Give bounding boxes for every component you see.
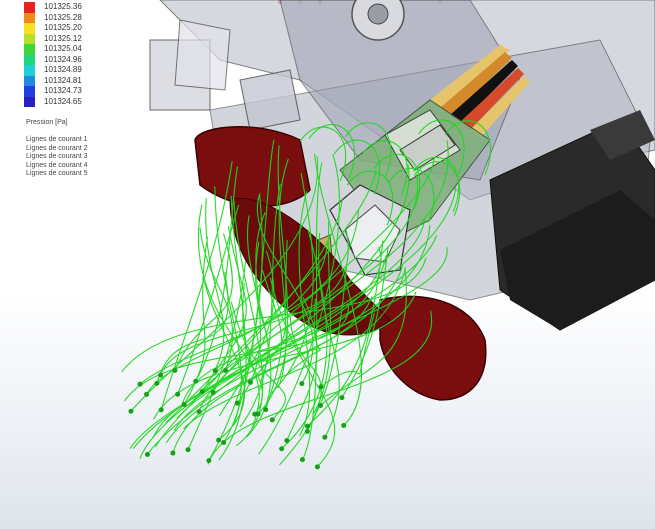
streamline-marker [185,447,191,453]
streamline-label: Lignes de courant 2 [26,144,88,152]
streamline-marker [154,380,160,386]
streamline-marker [318,402,324,408]
streamline-label: Lignes de courant 5 [26,170,88,177]
streamline-marker [216,437,222,443]
legend-row: 101324.96 [24,54,174,65]
streamlines-list: Lignes de courant 1 Lignes de courant 2 … [26,136,88,179]
legend-row: 101325.36 [24,2,174,13]
streamline-marker [299,381,305,387]
legend-value: 101325.36 [44,2,82,11]
legend-swatch [24,86,35,97]
streamline-marker [212,368,218,374]
legend-swatch [24,65,35,76]
legend-swatch [24,75,35,86]
streamline-marker [206,458,212,464]
legend-value: 101325.12 [44,33,82,43]
streamline-marker [181,402,187,408]
legend-value: 101324.89 [44,65,82,74]
legend-value: 101324.81 [44,75,82,85]
pressure-legend: 101325.36 101325.28 101325.20 101325.12 1013… [24,2,174,177]
legend-row: 101324.65 [24,96,174,107]
streamline-marker [255,411,261,417]
streamline-marker [137,381,143,387]
streamline-marker [222,367,228,373]
streamline-marker [193,378,199,384]
legend-value: 101324.96 [44,54,82,64]
streamline-marker [144,452,150,458]
legend-value: 101325.04 [44,44,82,53]
legend-swatch [24,12,35,23]
streamline-label: Lignes de courant 4 [26,161,88,169]
legend-swatch [24,44,35,55]
legend-row: 101325.20 [24,23,174,34]
legend-row: 101324.81 [24,75,174,86]
streamline-marker [269,417,275,423]
streamline-marker [339,395,345,401]
legend-swatch [24,2,35,13]
legend-swatch [24,23,35,34]
legend-row: 101324.73 [24,86,174,97]
streamline [201,198,225,392]
streamline-label: Lignes de courant 1 [26,136,88,143]
legend-row: 101325.12 [24,33,174,44]
streamline-marker [314,464,320,470]
streamline-marker [158,407,164,413]
streamline-marker [304,423,310,429]
streamline-label: Lignes de courant 3 [26,153,88,160]
streamline-marker [318,384,324,390]
legend-row: 101325.04 [24,44,174,55]
streamline-marker [299,457,305,463]
streamline-marker [144,391,150,397]
legend-swatch [24,33,35,44]
streamline-marker [284,438,290,444]
streamline-marker [158,372,164,378]
streamline-marker [210,389,216,395]
streamline-marker [128,408,134,414]
streamline-marker [247,379,253,385]
legend-value: 101325.28 [44,12,82,22]
streamline-marker [322,434,328,440]
streamline-marker [234,400,240,406]
streamline-marker [172,367,178,373]
streamline-marker [221,439,227,445]
streamline-marker [196,409,202,415]
streamline-marker [175,391,181,397]
legend-swatch [24,96,35,107]
streamline-marker [199,389,205,395]
legend-value: 101325.20 [44,23,82,32]
streamline-marker [304,428,310,434]
legend-value: 101324.65 [44,96,82,106]
legend-swatch [24,54,35,65]
legend-row: 101324.89 [24,65,174,76]
legend-row: 101325.28 [24,12,174,23]
streamline-marker [341,422,347,428]
legend-title: Pression [Pa] [26,119,68,126]
streamline-marker [279,446,285,452]
streamline-marker [263,407,269,413]
legend-value: 101324.73 [44,86,82,95]
streamline-marker [170,450,176,456]
